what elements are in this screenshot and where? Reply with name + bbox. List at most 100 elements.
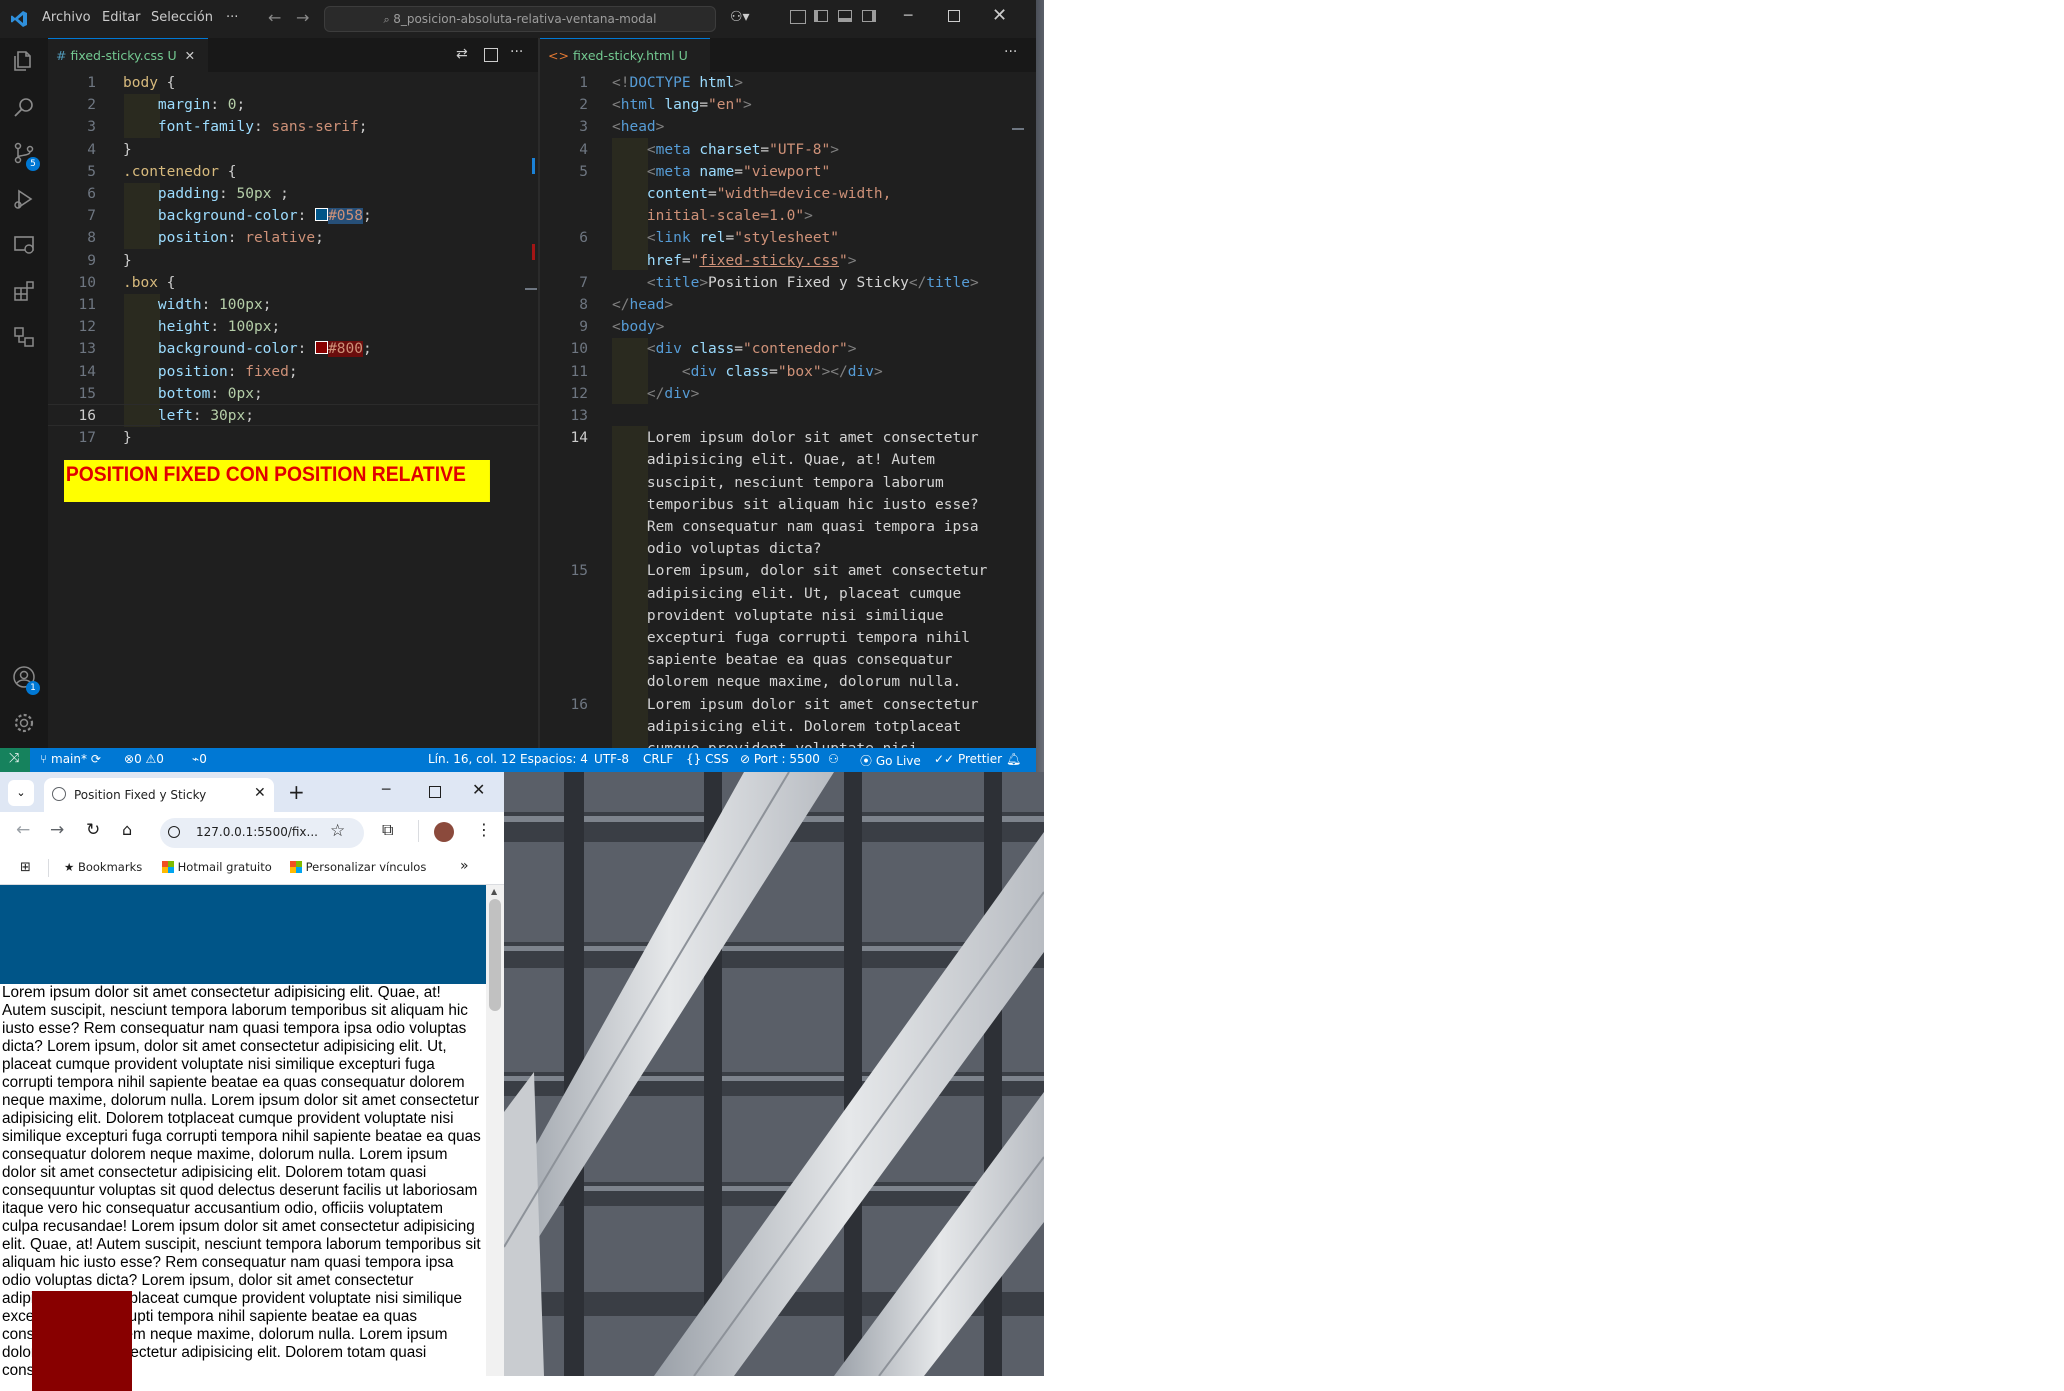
reload-icon[interactable]: ↻	[86, 820, 100, 840]
bookmark-hotmail[interactable]: Hotmail gratuito	[162, 860, 272, 874]
bookmark-label: Bookmarks	[77, 860, 143, 874]
chrome-menu-icon[interactable]: ⋮	[476, 820, 492, 839]
title-bar: Archivo Editar Selección ··· ← → ⌕ 8_pos…	[0, 0, 1036, 38]
copilot-status-icon[interactable]: ⚇	[828, 752, 839, 766]
explorer-icon[interactable]	[0, 38, 48, 84]
line-number: 1	[87, 75, 96, 91]
line-number	[540, 605, 588, 627]
html-line-numbers: 12345 6 7 8 9 10 11 12 13 14 15 16	[540, 72, 588, 748]
maximize-icon[interactable]	[948, 10, 960, 22]
ports-status[interactable]: ⌁0	[192, 752, 207, 766]
line-number: 16	[570, 696, 588, 713]
tab-search-chevron-icon[interactable]: ⌄	[8, 780, 34, 806]
profile-avatar[interactable]	[434, 822, 454, 842]
color-swatch[interactable]	[315, 208, 329, 222]
port-status[interactable]: ⊘ Port : 5500	[740, 752, 820, 766]
scroll-up-arrow-icon[interactable]: ▲	[491, 887, 497, 896]
encoding-status[interactable]: UTF-8	[594, 752, 629, 766]
tab-fixed-sticky-css[interactable]: # fixed-sticky.css U ✕	[48, 38, 208, 72]
source-control-icon[interactable]: 5	[0, 130, 48, 176]
new-tab-icon[interactable]: +	[288, 780, 305, 804]
line-number	[540, 494, 588, 516]
more-actions-icon[interactable]: ···	[510, 44, 523, 60]
bookmark-star-icon[interactable]: ☆	[330, 821, 345, 841]
sync-icon: ⟳	[90, 752, 101, 766]
line-number: 6	[579, 230, 588, 247]
tab-fixed-sticky-html[interactable]: <> fixed-sticky.html U ✕	[540, 38, 710, 97]
search-icon: ⌕	[383, 13, 394, 26]
address-bar[interactable]: 127.0.0.1:5500/fix... ☆	[160, 818, 364, 848]
language-status[interactable]: {} CSS	[686, 752, 729, 766]
remote-explorer-icon[interactable]	[0, 222, 48, 268]
menu-more[interactable]: ···	[226, 10, 238, 25]
source-control-badge: 5	[26, 157, 40, 171]
cursor-position[interactable]: Lín. 16, col. 12	[428, 752, 516, 766]
menu-editar[interactable]: Editar	[102, 10, 141, 25]
more-actions-icon[interactable]: ···	[1004, 44, 1017, 60]
line-number	[540, 671, 588, 693]
html-code: <!DOCTYPE html> <html lang="en"> <head> …	[612, 75, 988, 748]
star-icon: ★	[64, 860, 78, 874]
error-icon: ⊗	[124, 752, 135, 766]
browser-tab[interactable]: Position Fixed y Sticky ✕	[44, 778, 274, 812]
indentation-status[interactable]: Espacios: 4	[520, 752, 588, 766]
line-number: 8	[579, 297, 588, 314]
problems-status[interactable]: ⊗0 ⚠0	[124, 752, 164, 766]
back-arrow-icon[interactable]: ←	[268, 8, 281, 27]
site-info-icon[interactable]	[168, 826, 180, 838]
line-number: 5	[87, 163, 96, 180]
run-debug-icon[interactable]	[0, 176, 48, 222]
more-bookmarks-icon[interactable]: »	[460, 858, 469, 874]
remote-indicator[interactable]: ⤨	[0, 748, 30, 772]
branch-status[interactable]: ⑂ main* ⟳	[40, 752, 101, 766]
globe-icon	[52, 787, 66, 801]
bookmark-personalizar[interactable]: Personalizar vínculos	[290, 860, 426, 874]
command-center[interactable]: ⌕ 8_posicion-absoluta-relativa-ventana-m…	[324, 6, 716, 32]
css-editor[interactable]: body { margin: 0; font-family: sans-seri…	[48, 72, 538, 748]
bookmarks-divider	[48, 859, 49, 877]
split-editor-icon[interactable]	[484, 48, 498, 62]
open-changes-icon[interactable]: ⇄	[456, 46, 468, 62]
bookmarks-bar: ⊞ ★ Bookmarks Hotmail gratuito Personali…	[0, 852, 504, 885]
accounts-icon[interactable]: 1	[0, 654, 48, 700]
prettier-status[interactable]: ✓✓ Prettier	[934, 752, 1002, 766]
line-number: 14	[78, 363, 96, 380]
notifications-bell-icon[interactable]: 🔔︎	[1006, 752, 1021, 766]
page-scrollbar[interactable]: ▲	[486, 885, 504, 1376]
back-icon[interactable]: ←	[16, 820, 30, 840]
css-editor-tabbar: # fixed-sticky.css U ✕ ⇄ ···	[48, 38, 538, 72]
eol-status[interactable]: CRLF	[643, 752, 673, 766]
menu-archivo[interactable]: Archivo	[42, 10, 91, 25]
close-tab-icon[interactable]: ✕	[254, 785, 266, 801]
html-editor[interactable]: 12345 6 7 8 9 10 11 12 13 14 15 16 <!DOCTYPE ht…	[540, 72, 1036, 748]
close-window-icon[interactable]: ✕	[472, 780, 485, 799]
close-tab-icon[interactable]: ✕	[185, 48, 195, 63]
settings-gear-icon[interactable]	[0, 700, 48, 746]
microsoft-icon	[162, 861, 174, 873]
toggle-panel-icon[interactable]	[838, 10, 852, 22]
minimize-icon[interactable]: ─	[904, 8, 912, 24]
extensions-icon[interactable]	[0, 268, 48, 314]
home-icon[interactable]: ⌂	[122, 820, 132, 839]
minimize-icon[interactable]: ─	[382, 782, 390, 798]
color-swatch[interactable]	[315, 341, 329, 355]
maximize-icon[interactable]	[429, 786, 441, 798]
toggle-sidebar-icon[interactable]	[814, 10, 828, 22]
line-number: 3	[579, 119, 588, 136]
wallpaper-photo	[504, 772, 1044, 1376]
scrollbar-thumb[interactable]	[489, 899, 501, 1011]
toggle-secondary-sidebar-icon[interactable]	[862, 10, 876, 22]
line-number	[540, 183, 588, 205]
extensions-puzzle-icon[interactable]: ⧉	[382, 820, 393, 840]
menu-seleccion[interactable]: Selección	[151, 10, 213, 25]
close-window-icon[interactable]: ✕	[992, 5, 1007, 26]
bookmark-bookmarks[interactable]: ★ Bookmarks	[64, 860, 142, 874]
forward-arrow-icon[interactable]: →	[296, 8, 309, 27]
copilot-icon[interactable]: ⚇▾	[730, 9, 750, 25]
apps-grid-icon[interactable]: ⊞	[20, 860, 31, 875]
go-live-button[interactable]: ⦿ Go Live	[860, 752, 921, 769]
layout-customize-icon[interactable]	[790, 10, 806, 24]
testing-icon[interactable]	[0, 314, 48, 360]
search-icon[interactable]	[0, 84, 48, 130]
forward-icon[interactable]: →	[50, 820, 64, 840]
